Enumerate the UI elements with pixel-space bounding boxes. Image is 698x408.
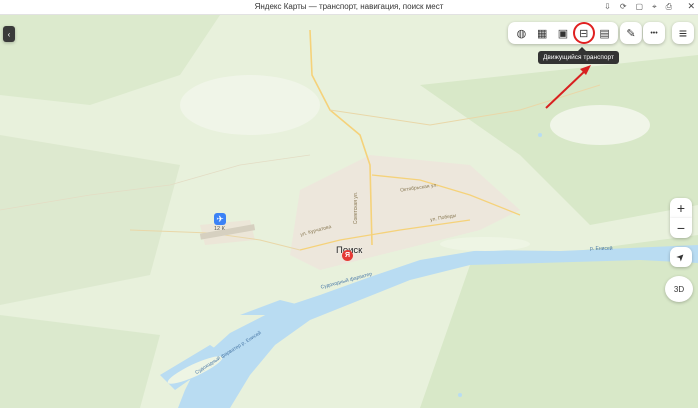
window-title: Яндекс Карты — транспорт, навигация, пои…: [254, 2, 444, 11]
street-label: Советская ул.: [353, 191, 360, 225]
clearing: [550, 105, 650, 145]
clearing: [180, 75, 320, 135]
water-label: р. Енисей: [590, 246, 613, 252]
panorama-icon[interactable]: ▣: [554, 24, 572, 42]
map-canvas[interactable]: [0, 15, 698, 408]
menu-icon: ≡: [678, 25, 688, 41]
download-icon[interactable]: ⇩: [604, 2, 611, 12]
layers-toolbar: ◍ ▦ ▣ ⊟ ▤: [508, 22, 618, 44]
ruler-button[interactable]: ✎: [620, 22, 642, 44]
minus-icon: −: [676, 220, 686, 236]
yandex-pin-icon[interactable]: Я: [342, 250, 353, 261]
lake: [538, 133, 542, 137]
more-button[interactable]: •••: [643, 22, 665, 44]
layers-icon[interactable]: ◍: [512, 24, 530, 42]
3d-button[interactable]: 3D: [665, 276, 693, 302]
island: [440, 237, 530, 251]
lake: [458, 393, 462, 397]
lock-icon[interactable]: ▢: [636, 2, 644, 12]
sync-icon[interactable]: ⟳: [620, 2, 627, 12]
close-icon[interactable]: ✕: [687, 1, 695, 12]
bookmark-icon[interactable]: ⎙: [666, 2, 672, 12]
locate-arrow-icon: ➤: [674, 250, 688, 264]
airport-label: 12 К: [214, 226, 225, 232]
transit-tooltip: Движущийся транспорт: [538, 47, 619, 64]
zoom-out-button[interactable]: −: [670, 218, 692, 238]
location-icon[interactable]: ⌖: [652, 2, 657, 12]
panel-toggle-button[interactable]: ‹: [3, 26, 15, 42]
plus-icon: +: [676, 200, 686, 216]
menu-button[interactable]: ≡: [672, 22, 694, 44]
zoom-in-button[interactable]: +: [670, 198, 692, 218]
parking-icon[interactable]: ▤: [596, 24, 614, 42]
browser-title-bar: Яндекс Карты — транспорт, навигация, пои…: [0, 0, 698, 15]
3d-label: 3D: [673, 284, 685, 294]
more-icon: •••: [650, 29, 658, 37]
title-bar-icons: ⇩ ⟳ ▢ ⌖ ⎙: [604, 2, 672, 12]
ruler-icon: ✎: [626, 27, 636, 40]
transit-icon[interactable]: ⊟: [575, 24, 593, 42]
locate-button[interactable]: ➤: [670, 247, 692, 267]
airport-icon[interactable]: ✈: [214, 213, 226, 225]
traffic-icon[interactable]: ▦: [533, 24, 551, 42]
